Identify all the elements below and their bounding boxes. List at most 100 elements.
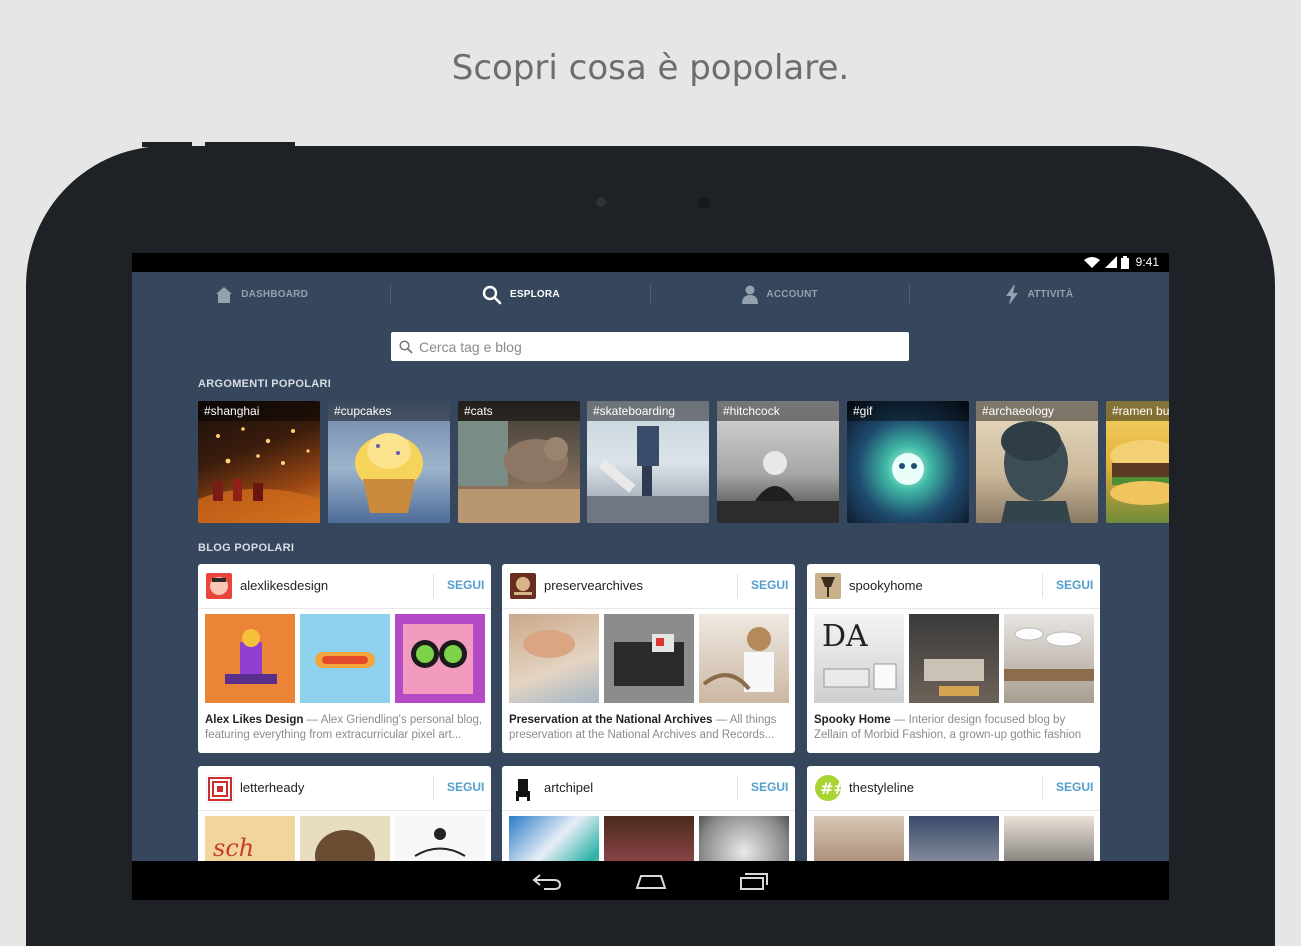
post-thumbnail[interactable] — [205, 614, 295, 703]
follow-button[interactable]: SEGUI — [1056, 578, 1093, 592]
blog-name[interactable]: artchipel — [544, 780, 593, 795]
blog-card-header: letterheady SEGUI — [198, 766, 491, 811]
blog-card-header: ## thestyleline SEGUI — [807, 766, 1100, 811]
post-thumbnail[interactable] — [909, 614, 999, 703]
blog-card-preservearchives[interactable]: preservearchives SEGUI Preservation at t… — [502, 564, 795, 753]
avatar[interactable] — [206, 573, 232, 599]
back-icon[interactable] — [532, 872, 562, 890]
topic-tile-shanghai[interactable]: #shanghai — [198, 401, 320, 523]
svg-text:##: ## — [820, 779, 841, 798]
search-icon — [399, 339, 413, 354]
status-time: 9:41 — [1135, 255, 1159, 269]
divider — [737, 574, 738, 598]
post-thumbnail[interactable] — [300, 614, 390, 703]
divider — [433, 574, 434, 598]
post-thumbnail[interactable]: DA — [814, 614, 904, 703]
topic-tile-ramen-burger[interactable]: #ramen bur — [1106, 401, 1169, 523]
avatar[interactable] — [510, 775, 536, 801]
blog-card-header: spookyhome SEGUI — [807, 564, 1100, 609]
avatar[interactable] — [815, 573, 841, 599]
home-nav-icon[interactable] — [635, 872, 667, 890]
tab-dashboard[interactable]: DASHBOARD — [132, 272, 392, 317]
blog-card-alexlikesdesign[interactable]: alexlikesdesign SEGUI Alex Likes Design … — [198, 564, 491, 753]
topic-tile-cupcakes[interactable]: #cupcakes — [328, 401, 450, 523]
post-thumbnail[interactable] — [604, 614, 694, 703]
thumbnail-image — [225, 629, 277, 684]
blog-card-spookyhome[interactable]: spookyhome SEGUI DA Spooky Home — Interi… — [807, 564, 1100, 753]
creature-icon — [516, 779, 530, 801]
blog-name[interactable]: letterheady — [240, 780, 304, 795]
blog-title: Preservation at the National Archives — [509, 714, 713, 726]
recents-icon[interactable] — [739, 871, 769, 891]
topic-tile-archaeology[interactable]: #archaeology — [976, 401, 1098, 523]
tab-label: ATTIVITÀ — [1027, 289, 1074, 300]
promo-tagline: Scopri cosa è popolare. — [451, 48, 850, 88]
divider — [433, 776, 434, 800]
post-thumbnail[interactable] — [1004, 614, 1094, 703]
thumbnail-image — [702, 627, 774, 692]
topic-tile-gif[interactable]: #gif — [847, 401, 969, 523]
search-box[interactable] — [391, 332, 909, 361]
tab-label: ESPLORA — [510, 289, 560, 300]
blog-name[interactable]: spookyhome — [849, 578, 923, 593]
popular-topics-title: ARGOMENTI POPOLARI — [198, 378, 332, 390]
follow-button[interactable]: SEGUI — [447, 578, 484, 592]
thumbnail-image: DA — [822, 619, 897, 690]
follow-button[interactable]: SEGUI — [1056, 780, 1093, 794]
status-bar: 9:41 — [132, 253, 1169, 272]
thumbnail-image — [924, 659, 984, 696]
home-icon — [216, 286, 233, 303]
front-camera — [698, 197, 710, 209]
hashtag-icon: ## — [820, 779, 841, 798]
divider — [1042, 776, 1043, 800]
blog-desc-line1: — Alex Griendling's personal blog, — [303, 714, 483, 726]
search-input[interactable] — [419, 338, 889, 355]
thumbnail-image — [315, 652, 375, 668]
topic-label: #archaeology — [976, 401, 1098, 421]
tab-account[interactable]: ACCOUNT — [651, 272, 910, 317]
blog-card-header: artchipel SEGUI — [502, 766, 795, 811]
tab-activity[interactable]: ATTIVITÀ — [910, 272, 1169, 317]
app-screen: 9:41 DASHBOARD ESPLORA ACCOUNT ATTIVITÀ … — [132, 253, 1169, 900]
blog-card-header: alexlikesdesign SEGUI — [198, 564, 491, 609]
follow-button[interactable]: SEGUI — [447, 780, 484, 794]
avatar[interactable]: ## — [815, 775, 841, 801]
tab-explore[interactable]: ESPLORA — [391, 272, 651, 317]
blog-desc-line2: preservation at the National Archives an… — [509, 729, 775, 741]
blog-desc-line1: — Interior design focused blog by — [890, 714, 1066, 726]
blog-name[interactable]: thestyleline — [849, 780, 914, 795]
avatar-face-icon — [210, 577, 228, 595]
svg-text:DA: DA — [822, 619, 868, 654]
thumbnail-image — [523, 630, 575, 658]
topic-tile-skateboarding[interactable]: #skateboarding — [587, 401, 709, 523]
topic-tile-cats[interactable]: #cats — [458, 401, 580, 523]
divider — [1042, 574, 1043, 598]
follow-button[interactable]: SEGUI — [751, 578, 788, 592]
blog-thumbnails — [509, 614, 789, 703]
topic-label: #gif — [847, 401, 969, 421]
blog-description: Preservation at the National Archives — … — [509, 713, 789, 743]
wifi-icon — [1083, 256, 1100, 268]
blog-desc-line2: Zellain of Morbid Fashion, a grown-up go… — [814, 729, 1082, 741]
avatar[interactable] — [510, 573, 536, 599]
avatar[interactable] — [206, 775, 234, 803]
blog-title: Alex Likes Design — [205, 714, 304, 726]
svg-text:sch: sch — [213, 834, 254, 862]
popular-blogs-title: BLOG POPOLARI — [198, 542, 295, 554]
post-thumbnail[interactable] — [395, 614, 485, 703]
person-icon — [742, 285, 759, 304]
topics-strip: #shanghai #cupcakes #cats #skateboarding… — [198, 401, 1169, 523]
tab-label: ACCOUNT — [766, 289, 818, 300]
concentric-squares-icon — [208, 777, 232, 801]
lightning-icon — [1006, 284, 1019, 305]
system-nav-bar — [132, 861, 1169, 900]
blog-name[interactable]: preservearchives — [544, 578, 643, 593]
post-thumbnail[interactable] — [509, 614, 599, 703]
topic-label: #shanghai — [198, 401, 320, 421]
battery-icon — [1120, 255, 1129, 269]
blog-thumbnails — [205, 614, 485, 703]
post-thumbnail[interactable] — [699, 614, 789, 703]
blog-name[interactable]: alexlikesdesign — [240, 578, 328, 593]
follow-button[interactable]: SEGUI — [751, 780, 788, 794]
topic-tile-hitchcock[interactable]: #hitchcock — [717, 401, 839, 523]
